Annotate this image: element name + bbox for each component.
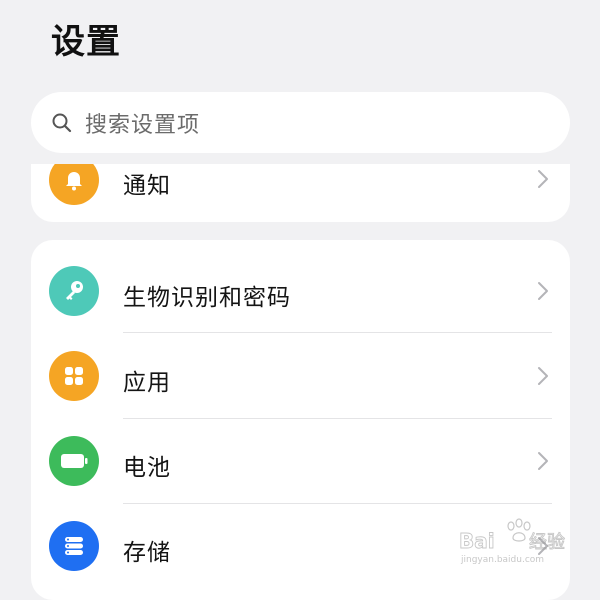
chevron-right-icon	[536, 280, 550, 302]
chevron-right-icon	[536, 365, 550, 387]
key-icon	[49, 266, 99, 316]
svg-text:经验: 经验	[529, 532, 565, 553]
chevron-right-icon	[536, 450, 550, 472]
settings-item-battery[interactable]: 电池	[31, 418, 570, 503]
settings-item-biometrics[interactable]: 生物识别和密码	[31, 248, 570, 333]
settings-item-label: 存储	[123, 540, 171, 566]
chevron-right-icon	[536, 168, 550, 190]
storage-icon	[49, 521, 99, 571]
bell-icon	[49, 164, 99, 205]
settings-item-label: 生物识别和密码	[123, 285, 291, 311]
apps-grid-icon	[49, 351, 99, 401]
svg-text:Bai: Bai	[459, 529, 495, 553]
notification-card: 通知	[31, 164, 570, 222]
settings-item-label: 应用	[123, 370, 171, 396]
search-bar[interactable]: 搜索设置项	[31, 92, 570, 153]
settings-item-label: 电池	[123, 455, 171, 481]
settings-item-notifications[interactable]: 通知	[31, 164, 570, 222]
svg-text:jingyan.baidu.com: jingyan.baidu.com	[460, 555, 544, 565]
settings-item-label: 通知	[123, 173, 171, 199]
settings-item-apps[interactable]: 应用	[31, 333, 570, 418]
search-placeholder: 搜索设置项	[85, 112, 201, 138]
battery-icon	[49, 436, 99, 486]
search-icon	[51, 112, 73, 134]
baidu-jingyan-watermark: Bai 经验 jingyan.baidu.com	[459, 516, 579, 566]
page-title: 设置	[51, 22, 121, 62]
